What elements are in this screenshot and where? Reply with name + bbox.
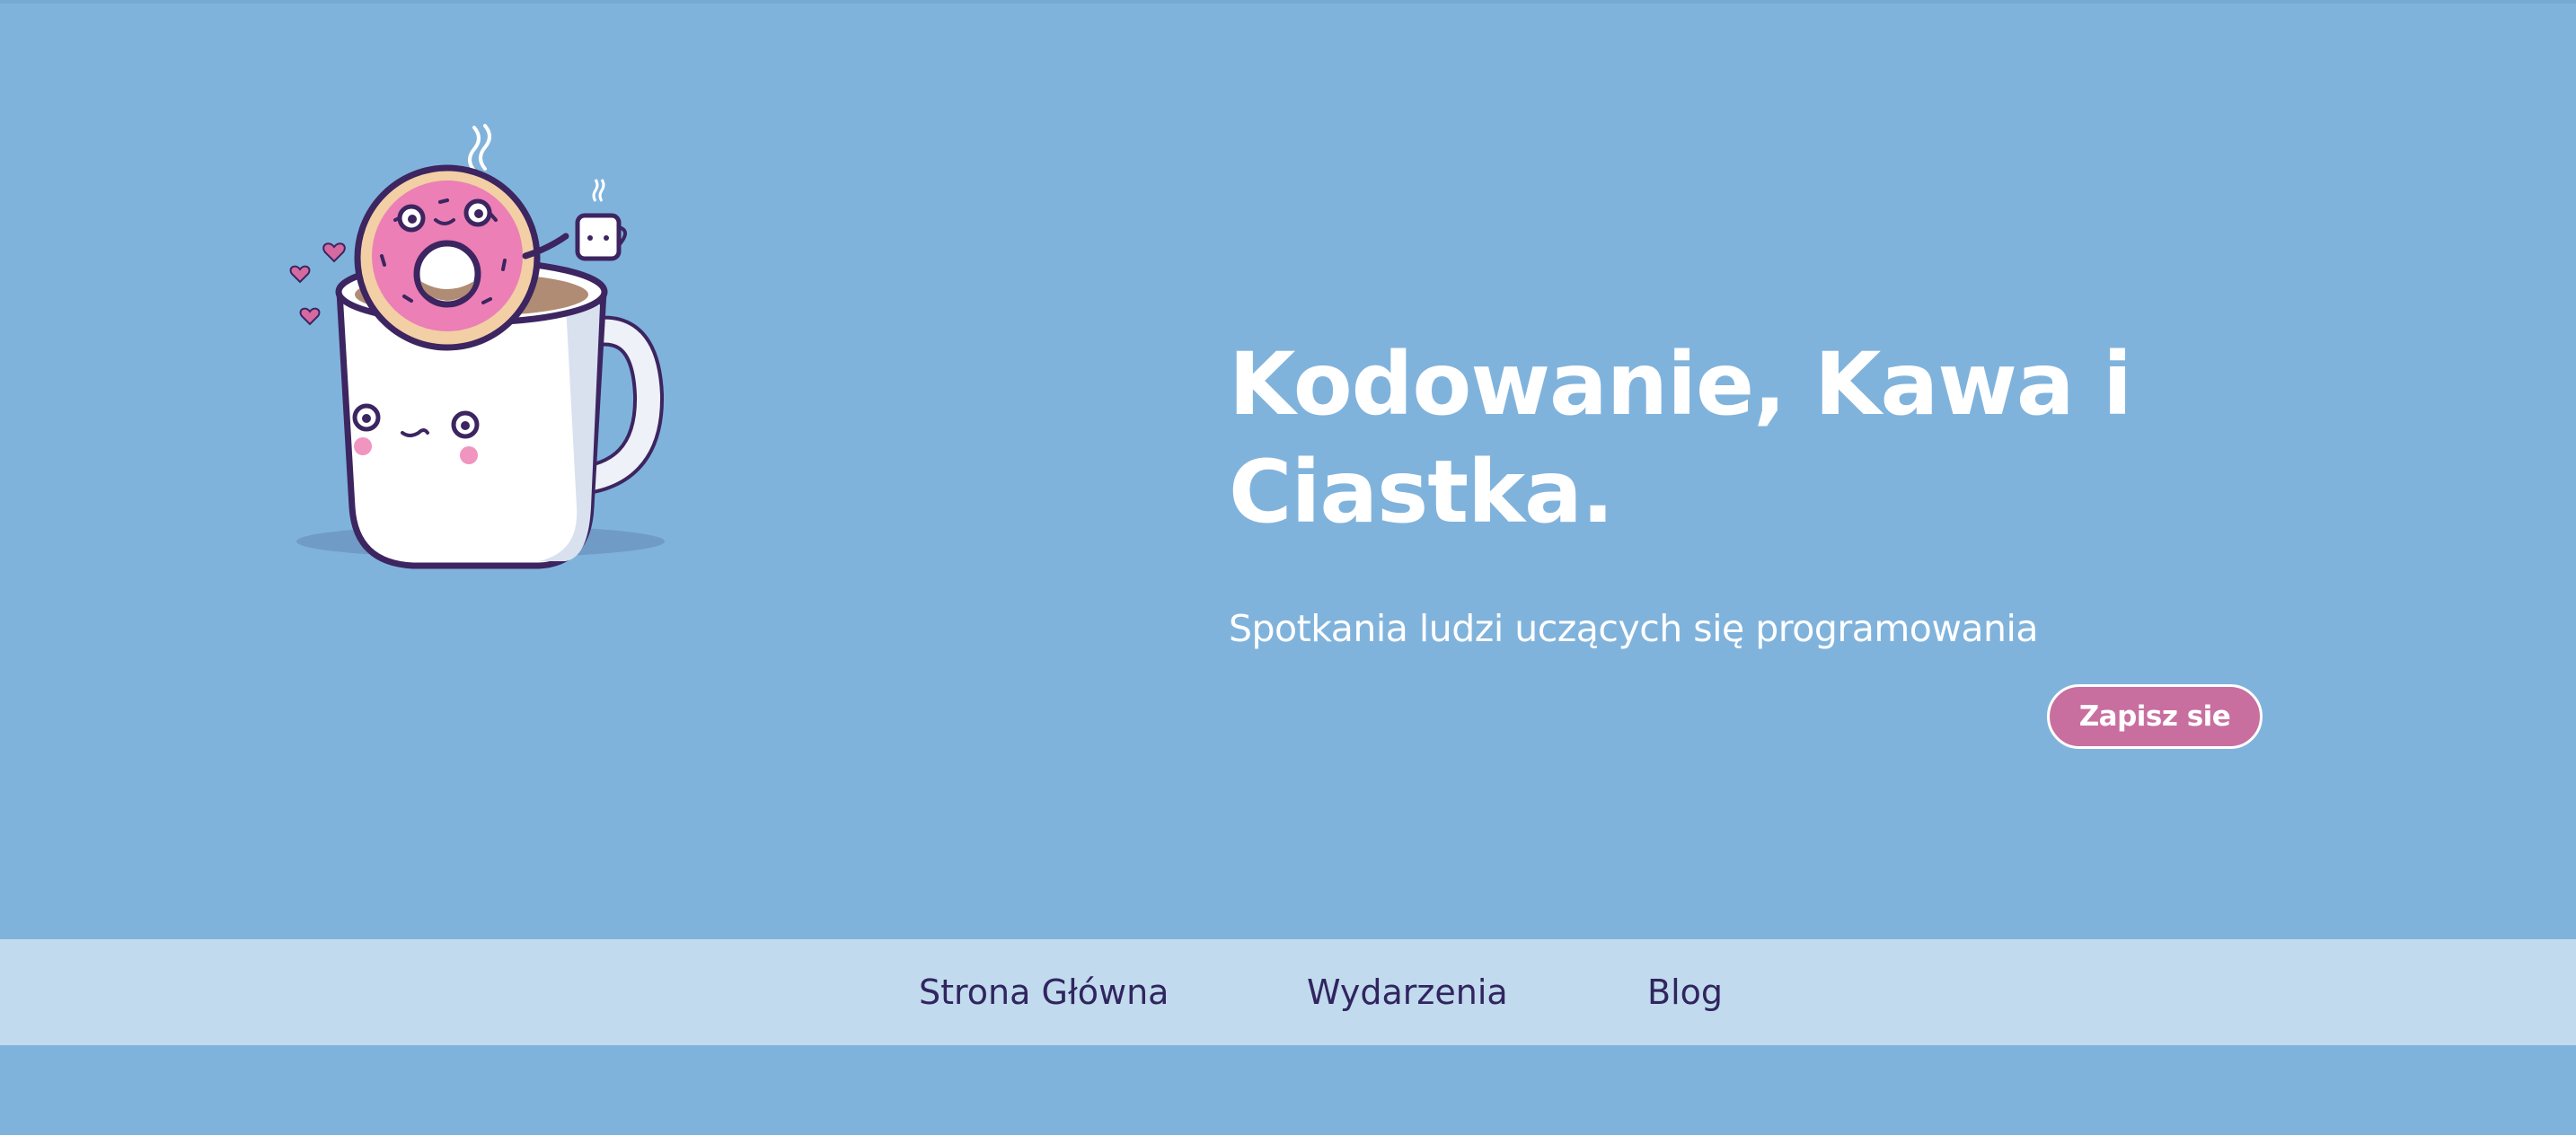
page: Kodowanie, Kawa i Ciastka. Spotkania lud… bbox=[0, 0, 2576, 1135]
steam-icon bbox=[468, 126, 481, 172]
heart-icon bbox=[322, 242, 346, 263]
heart-icon-3 bbox=[299, 307, 321, 326]
signup-button[interactable]: Zapisz sie bbox=[2047, 684, 2263, 749]
steam-icon-2 bbox=[479, 124, 491, 171]
nav-item-blog[interactable]: Blog bbox=[1647, 939, 1723, 1045]
hero-section: Kodowanie, Kawa i Ciastka. Spotkania lud… bbox=[0, 0, 2576, 939]
nav-item-home[interactable]: Strona Główna bbox=[919, 939, 1169, 1045]
hero-title: Kodowanie, Kawa i Ciastka. bbox=[1229, 334, 2132, 542]
mug-cheek-left bbox=[354, 437, 372, 455]
hero-copy: Kodowanie, Kawa i Ciastka. Spotkania lud… bbox=[1229, 330, 2289, 652]
main-navigation: Strona Główna Wydarzenia Blog bbox=[0, 939, 2576, 1045]
hero-subtitle: Spotkania ludzi uczących się programowan… bbox=[1229, 607, 2039, 650]
donut-in-coffee-mug-icon bbox=[289, 124, 665, 569]
tiny-cup bbox=[575, 213, 622, 261]
nav-item-events[interactable]: Wydarzenia bbox=[1307, 939, 1508, 1045]
mug-cheek-right bbox=[460, 446, 478, 464]
heart-icon-2 bbox=[289, 265, 311, 284]
